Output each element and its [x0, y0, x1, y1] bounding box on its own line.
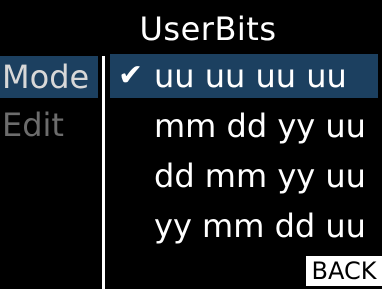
option-label: yy mm dd uu	[154, 207, 366, 245]
option-item-uu-uu-uu-uu[interactable]: ✔ uu uu uu uu	[110, 54, 378, 98]
option-label: mm dd yy uu	[154, 107, 366, 145]
option-item-mm-dd-yy-uu[interactable]: mm dd yy uu	[110, 104, 378, 148]
screen: UserBits Mode Edit ✔ uu uu uu uu mm dd y…	[0, 0, 382, 289]
option-label: uu uu uu uu	[154, 57, 347, 95]
option-label: dd mm yy uu	[154, 157, 366, 195]
sidebar-item-mode[interactable]: Mode	[0, 56, 98, 98]
divider	[102, 56, 105, 289]
option-item-yy-mm-dd-uu[interactable]: yy mm dd uu	[110, 204, 378, 248]
option-item-dd-mm-yy-uu[interactable]: dd mm yy uu	[110, 154, 378, 198]
back-button[interactable]: BACK	[306, 256, 382, 286]
checkmark-icon: ✔	[118, 58, 144, 93]
screen-title: UserBits	[139, 10, 277, 48]
sidebar-item-edit[interactable]: Edit	[0, 104, 98, 146]
